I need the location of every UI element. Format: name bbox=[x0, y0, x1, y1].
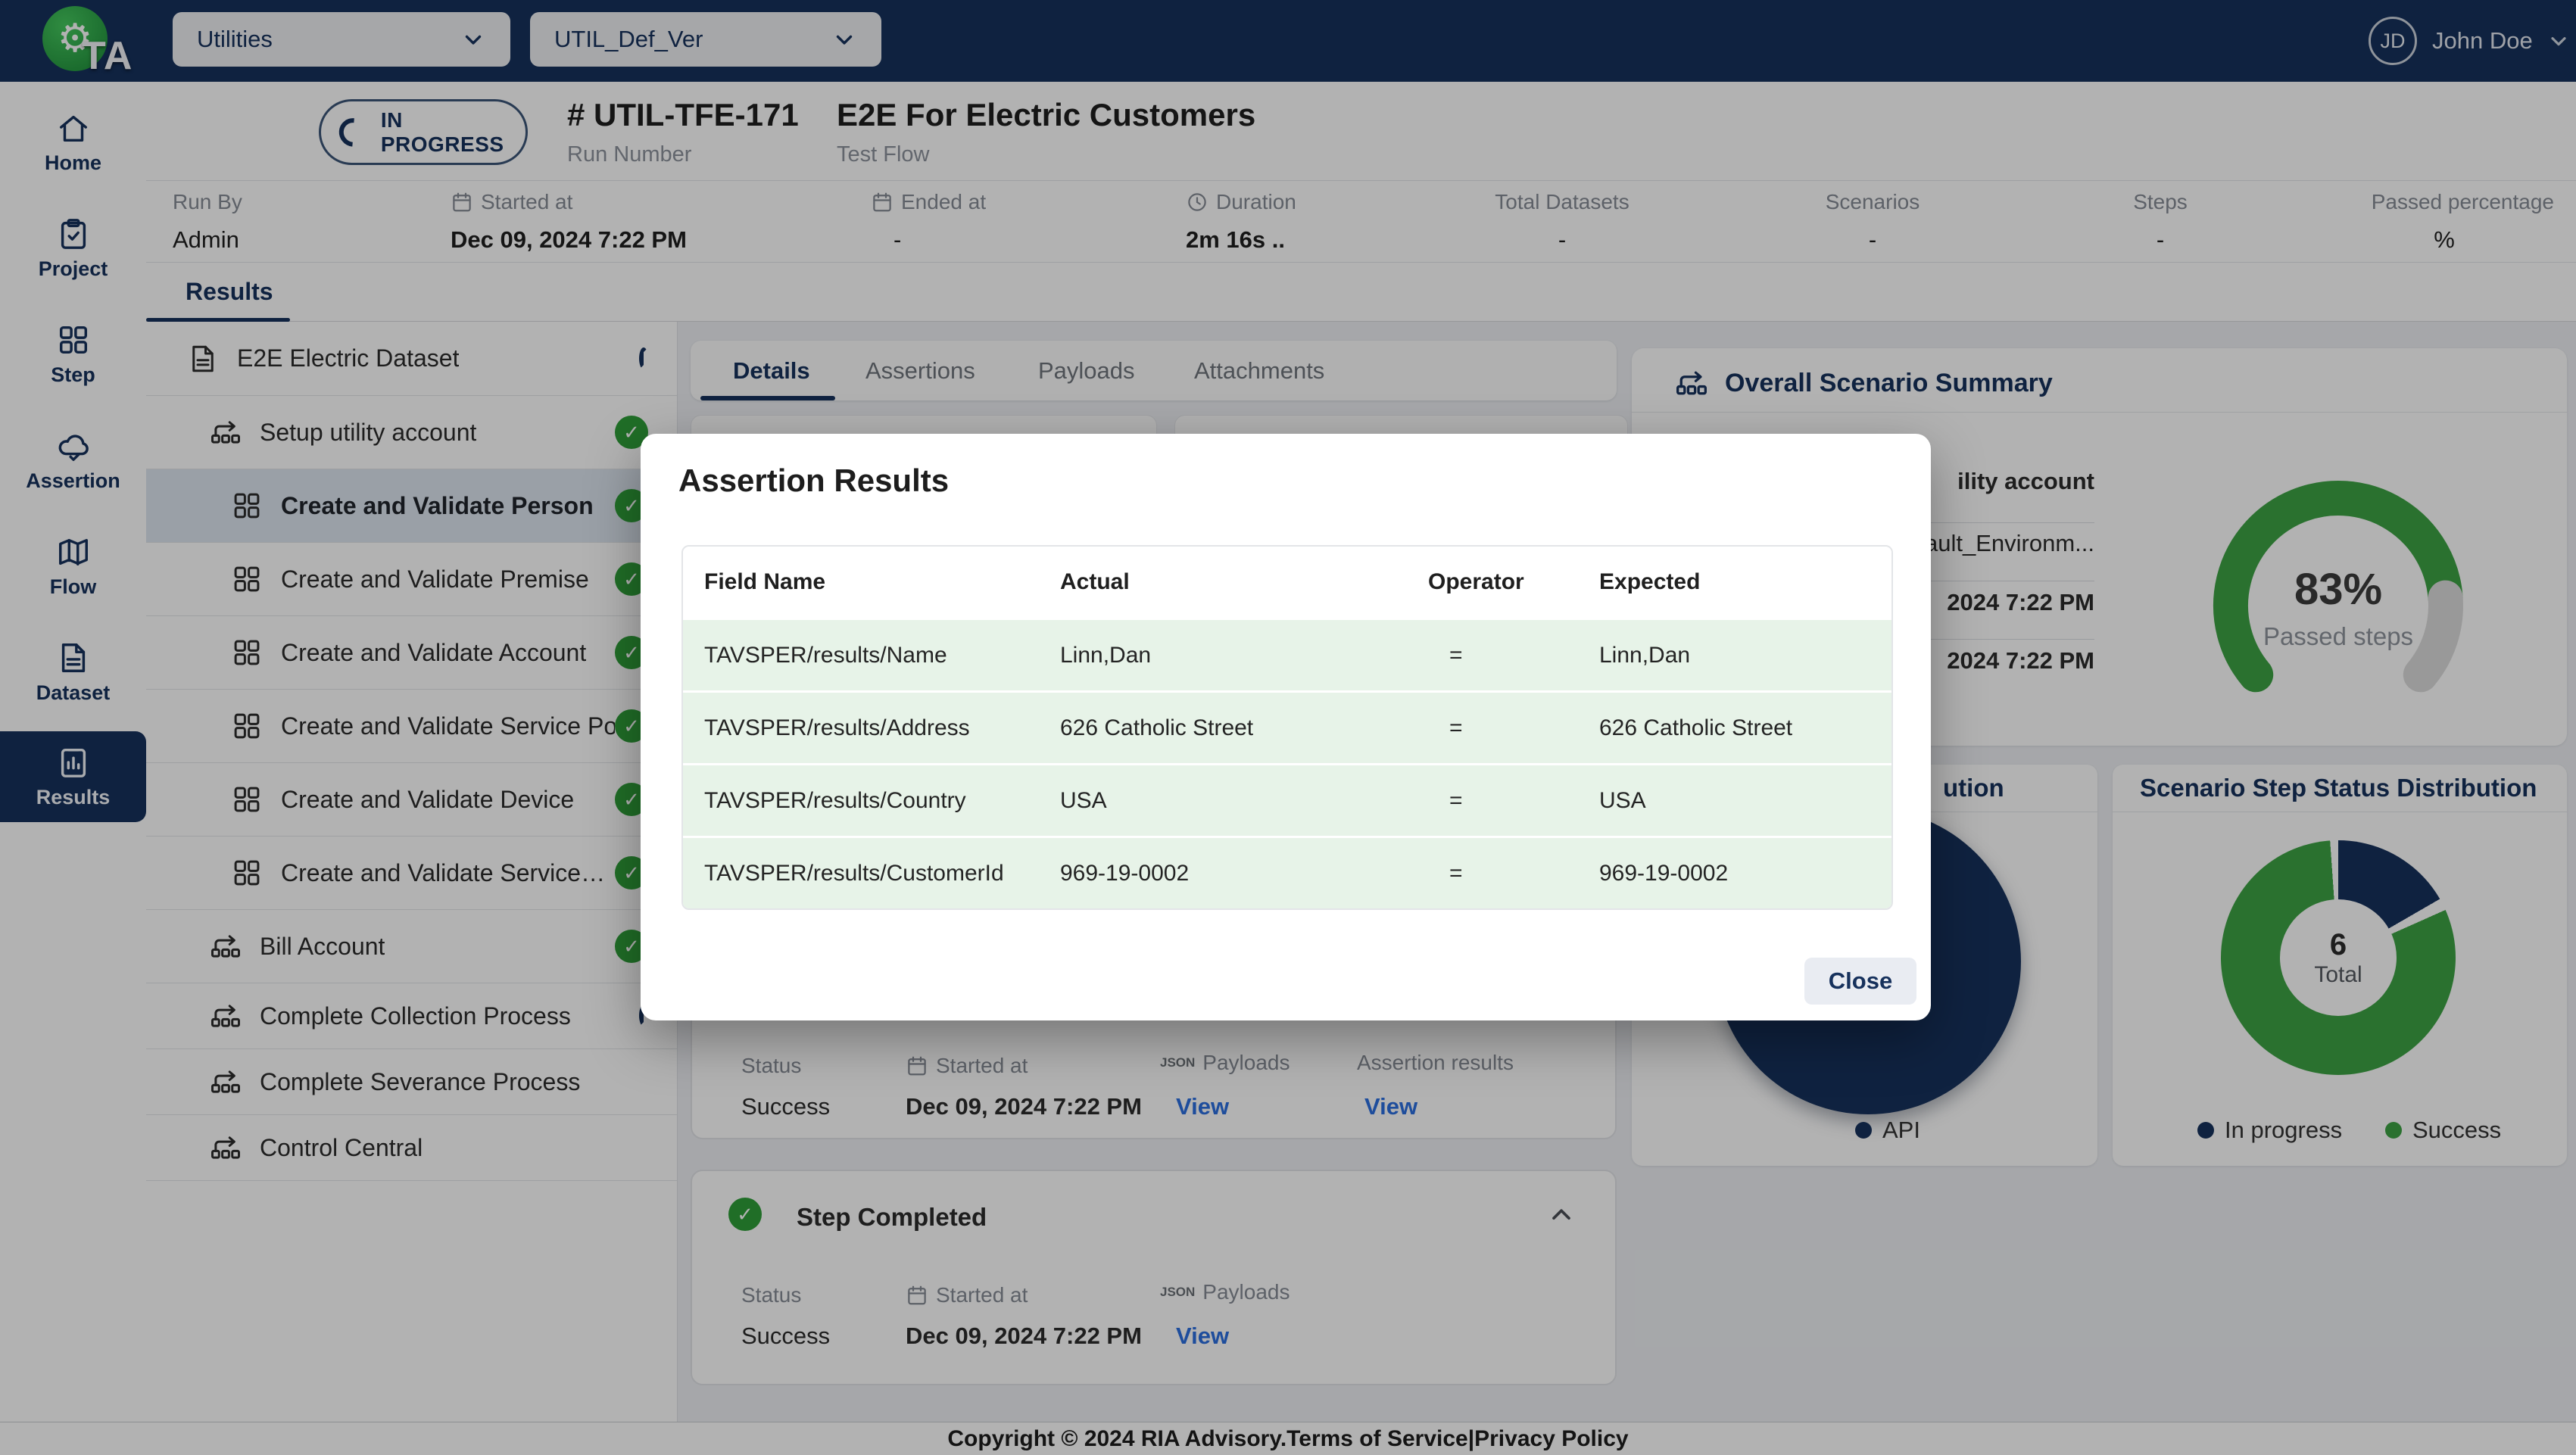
cell-expected: USA bbox=[1578, 765, 1890, 836]
cell-field: TAVSPER/results/Name bbox=[683, 620, 1039, 690]
assertion-results-table: Field Name Actual Operator Expected TAVS… bbox=[681, 545, 1893, 910]
table-row: TAVSPER/results/Address 626 Catholic Str… bbox=[683, 690, 1891, 763]
cell-actual: 969-19-0002 bbox=[1039, 838, 1407, 908]
cell-field: TAVSPER/results/CustomerId bbox=[683, 838, 1039, 908]
cell-expected: Linn,Dan bbox=[1578, 620, 1890, 690]
assertion-results-modal: Assertion Results Field Name Actual Oper… bbox=[641, 434, 1931, 1020]
table-row: TAVSPER/results/CustomerId 969-19-0002 =… bbox=[683, 836, 1891, 908]
app-root: ⚙ TA Utilities UTIL_Def_Ver JD John Doe … bbox=[0, 0, 2576, 1455]
cell-actual: USA bbox=[1039, 765, 1407, 836]
cell-operator: = bbox=[1407, 693, 1578, 763]
modal-title: Assertion Results bbox=[678, 463, 949, 499]
cell-actual: 626 Catholic Street bbox=[1039, 693, 1407, 763]
cell-expected: 969-19-0002 bbox=[1578, 838, 1890, 908]
col-field-name: Field Name bbox=[683, 547, 1039, 618]
cell-operator: = bbox=[1407, 765, 1578, 836]
col-operator: Operator bbox=[1407, 547, 1578, 618]
cell-field: TAVSPER/results/Country bbox=[683, 765, 1039, 836]
table-row: TAVSPER/results/Country USA = USA bbox=[683, 763, 1891, 836]
cell-operator: = bbox=[1407, 838, 1578, 908]
table-row: TAVSPER/results/Name Linn,Dan = Linn,Dan bbox=[683, 618, 1891, 690]
close-button[interactable]: Close bbox=[1804, 958, 1916, 1005]
cell-expected: 626 Catholic Street bbox=[1578, 693, 1890, 763]
cell-field: TAVSPER/results/Address bbox=[683, 693, 1039, 763]
cell-actual: Linn,Dan bbox=[1039, 620, 1407, 690]
cell-operator: = bbox=[1407, 620, 1578, 690]
col-expected: Expected bbox=[1578, 547, 1890, 618]
table-header-row: Field Name Actual Operator Expected bbox=[683, 547, 1891, 618]
col-actual: Actual bbox=[1039, 547, 1407, 618]
